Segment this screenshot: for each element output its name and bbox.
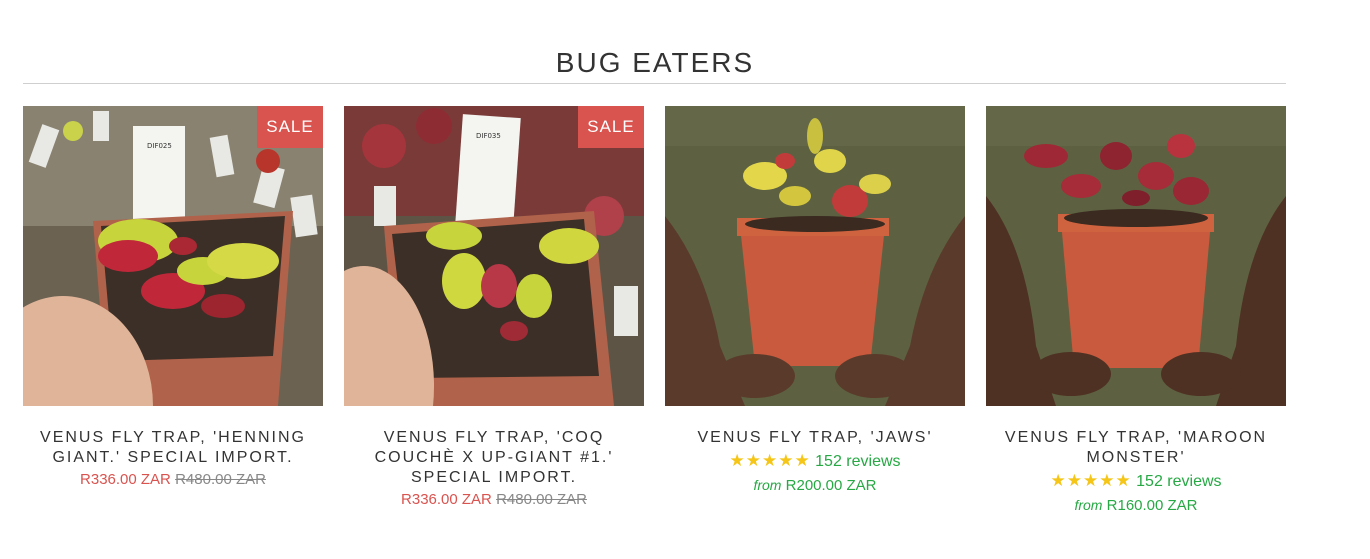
plant-tag-text: DIF025 [147,142,172,150]
product-image: DIF035 [344,106,644,406]
product-card: DIF025 SALE VENUS FLY TRAP, 'HENNING GIA… [23,106,323,490]
star-rating-icon: ★★★★★ [1050,471,1132,490]
sale-badge: SALE [578,106,644,148]
product-image: DIF025 [23,106,323,406]
product-image-link[interactable] [986,106,1286,406]
product-title[interactable]: VENUS FLY TRAP, 'HENNING GIANT.' SPECIAL… [23,428,323,468]
product-image-link[interactable]: DIF025 SALE [23,106,323,406]
product-rating[interactable]: ★★★★★ 152 reviews [986,470,1286,493]
product-card: VENUS FLY TRAP, 'JAWS' ★★★★★ 152 reviews… [665,106,965,496]
sale-price: R336.00 ZAR [80,471,171,488]
section-divider [23,83,1286,84]
product-image-link[interactable] [665,106,965,406]
star-rating-icon: ★★★★★ [729,451,811,470]
sale-badge: SALE [257,106,323,148]
product-card: DIF035 SALE VENUS FLY TRAP, 'COQ COUCHÈ … [344,106,644,510]
sale-price: R336.00 ZAR [401,491,492,508]
product-image [665,106,965,406]
review-count: 152 reviews [815,453,901,470]
product-card: VENUS FLY TRAP, 'MAROON MONSTER' ★★★★★ 1… [986,106,1286,516]
price: R160.00 ZAR [1106,497,1198,514]
plant-tag-text: DIF035 [476,132,501,140]
section-title: BUG EATERS [555,47,755,79]
product-title[interactable]: VENUS FLY TRAP, 'COQ COUCHÈ X UP-GIANT #… [344,428,644,488]
product-rating[interactable]: ★★★★★ 152 reviews [665,450,965,473]
compare-price: R480.00 ZAR [496,491,587,508]
from-label: from [753,477,782,493]
price: R200.00 ZAR [785,477,877,494]
product-grid: DIF025 SALE VENUS FLY TRAP, 'HENNING GIA… [23,106,1287,526]
product-title[interactable]: VENUS FLY TRAP, 'JAWS' [665,428,965,448]
product-image-link[interactable]: DIF035 SALE [344,106,644,406]
compare-price: R480.00 ZAR [175,471,266,488]
product-image [986,106,1286,406]
from-label: from [1074,497,1103,513]
review-count: 152 reviews [1136,473,1222,490]
product-title[interactable]: VENUS FLY TRAP, 'MAROON MONSTER' [986,428,1286,468]
